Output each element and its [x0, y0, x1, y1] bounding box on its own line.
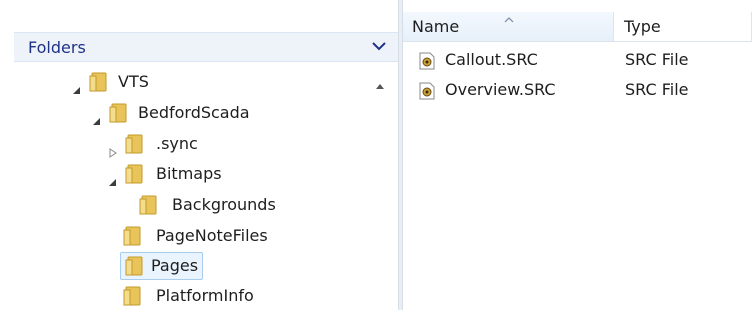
tree-item-label: .sync: [156, 134, 198, 153]
folder-icon: [138, 194, 160, 216]
tree-item-label: Bitmaps: [156, 164, 222, 183]
folders-header-label: Folders: [28, 38, 86, 57]
column-header-label: Name: [412, 17, 460, 36]
file-type: SRC File: [625, 80, 689, 99]
src-file-icon: [419, 81, 435, 100]
tree-item-label: VTS: [118, 72, 149, 91]
collapsed-arrow-icon[interactable]: [108, 139, 118, 158]
folder-icon: [122, 285, 144, 307]
nav-scrollbar[interactable]: [370, 62, 390, 310]
expanded-arrow-icon[interactable]: [92, 108, 102, 125]
tree-item-label: PageNoteFiles: [156, 226, 268, 245]
column-header-type[interactable]: Type: [614, 12, 752, 42]
folder-icon: [122, 225, 144, 247]
file-name: Callout.SRC: [445, 50, 538, 69]
tree-item-label: PlatformInfo: [156, 286, 254, 305]
folder-icon: [124, 255, 146, 277]
expanded-arrow-icon[interactable]: [72, 77, 82, 94]
navigation-pane: Folders VTS BedfordScada .sync Bitmaps B…: [0, 0, 398, 310]
file-list: Name Type Callout.SRC SRC File Overview.…: [403, 0, 752, 310]
folder-tree: VTS BedfordScada .sync Bitmaps Backgroun…: [14, 62, 370, 310]
chevron-down-icon[interactable]: [370, 37, 388, 59]
column-header-name[interactable]: Name: [403, 12, 614, 42]
file-row[interactable]: Callout.SRC SRC File: [403, 46, 752, 74]
tree-item-label: Backgrounds: [172, 195, 276, 214]
file-type: SRC File: [625, 50, 689, 69]
file-name: Overview.SRC: [445, 80, 556, 99]
folder-icon: [108, 102, 130, 124]
folder-icon: [124, 133, 146, 155]
src-file-icon: [419, 51, 435, 70]
scroll-up-icon[interactable]: [375, 75, 385, 94]
folders-header[interactable]: Folders: [14, 32, 398, 62]
folder-icon: [124, 163, 146, 185]
column-header-label: Type: [624, 17, 661, 36]
sort-ascending-icon: [503, 3, 515, 33]
expanded-arrow-icon[interactable]: [108, 169, 118, 186]
folder-icon: [88, 71, 110, 93]
tree-item-label: BedfordScada: [138, 103, 250, 122]
file-row[interactable]: Overview.SRC SRC File: [403, 76, 752, 104]
